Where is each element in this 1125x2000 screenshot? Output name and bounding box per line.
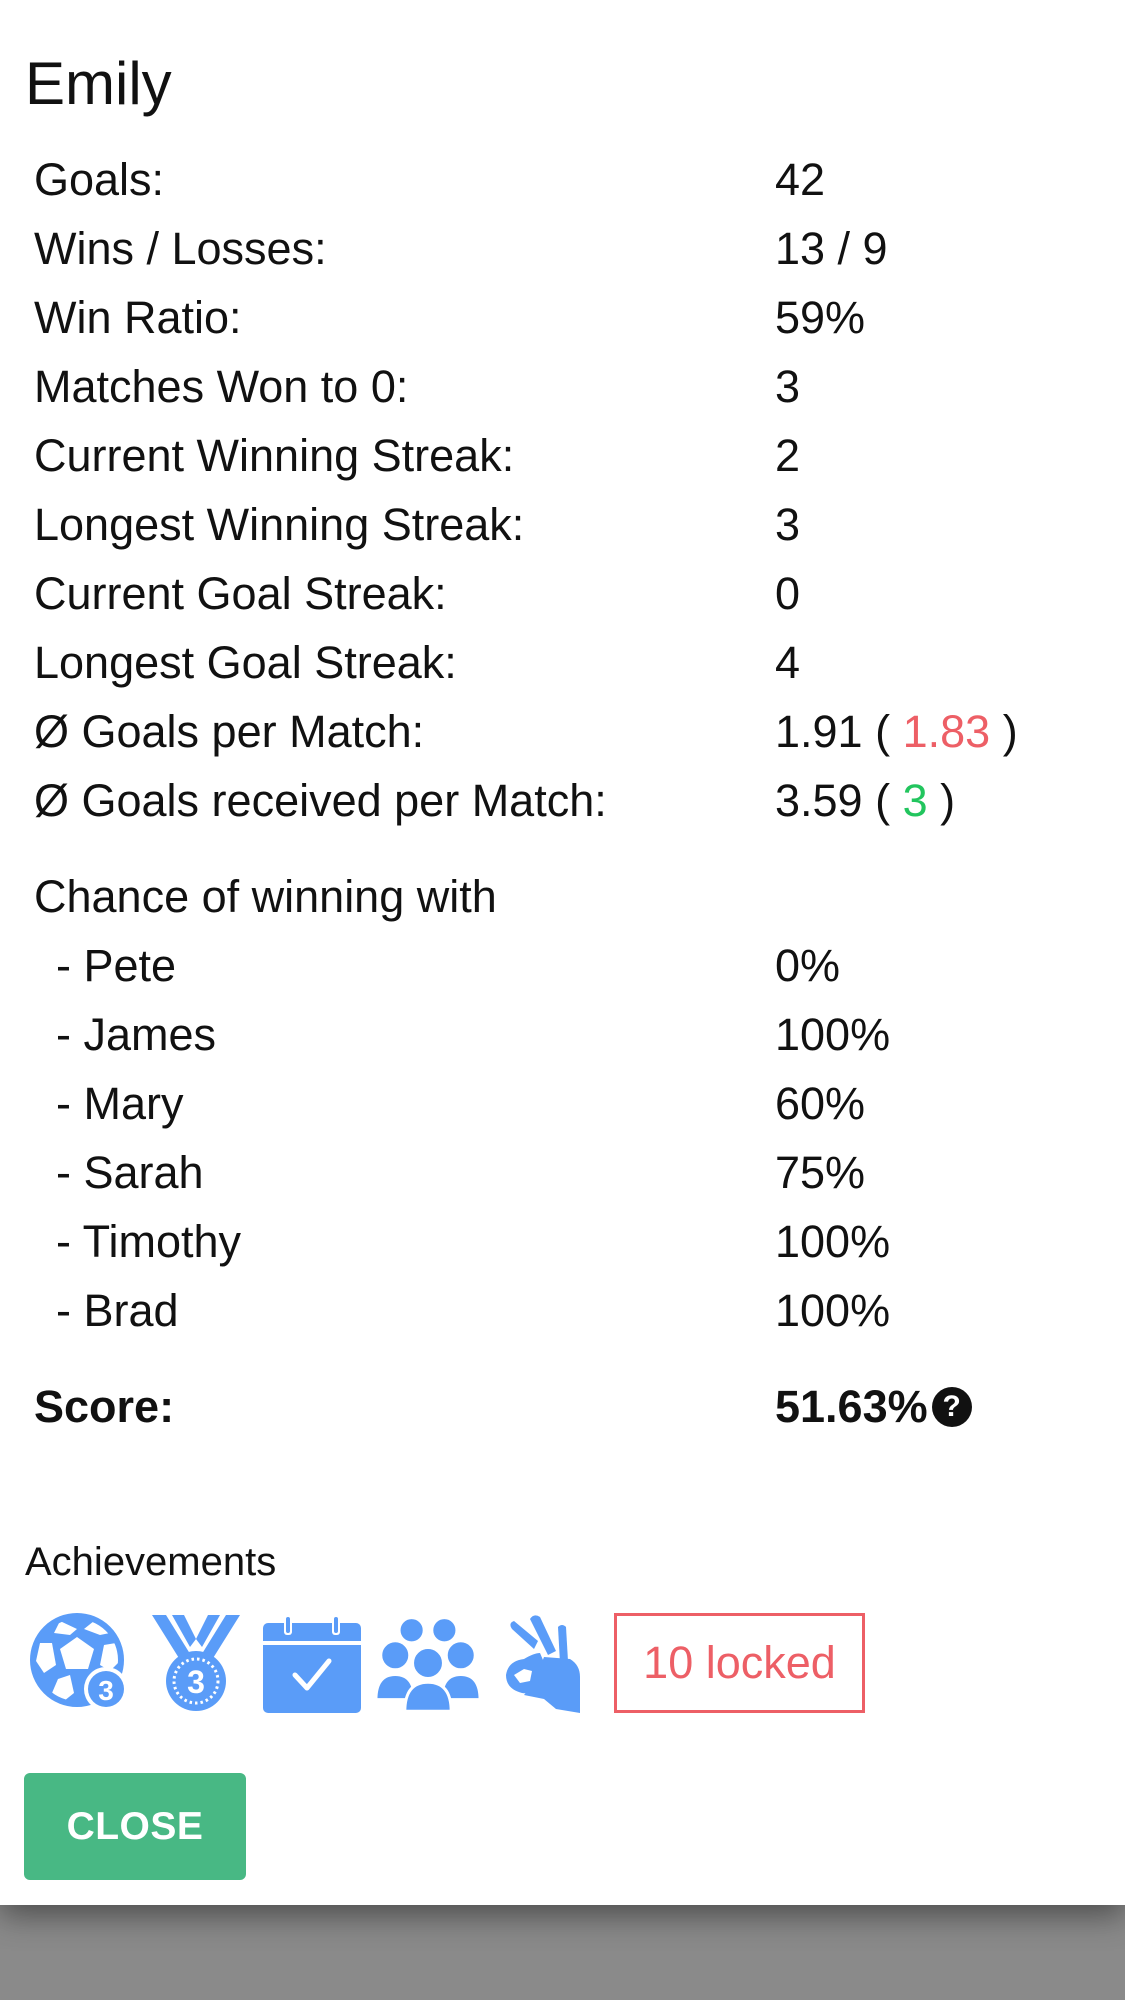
partner-label: - James [56, 1009, 217, 1060]
chance-of-winning-heading: Chance of winning with [34, 871, 497, 922]
avg-value: 3.59 [775, 775, 863, 826]
stat-value: 42 [775, 154, 826, 205]
stat-label: Longest Goal Streak: [34, 637, 457, 688]
chance-row-mary: - Mary 60% [34, 1069, 1094, 1138]
ok-hand-icon [506, 1615, 580, 1713]
achievement-soccer-ball[interactable]: 3 [28, 1611, 132, 1715]
stat-value: 13 / 9 [775, 223, 888, 274]
stat-row-longest-goal-streak: Longest Goal Streak: 4 [34, 628, 1094, 697]
chance-row-pete: - Pete 0% [34, 931, 1094, 1000]
score-value-wrap: 51.63% ? [775, 1372, 972, 1441]
stat-row-goals: Goals: 42 [34, 145, 1094, 214]
stat-value: 3 [775, 499, 801, 550]
achievement-ok-hand[interactable] [492, 1611, 596, 1715]
stat-row-win-ratio: Win Ratio: 59% [34, 283, 1094, 352]
paren-close: ) [940, 775, 956, 826]
chance-row-james: - James 100% [34, 1000, 1094, 1069]
chance-row-sarah: - Sarah 75% [34, 1138, 1094, 1207]
achievement-group[interactable] [376, 1611, 480, 1715]
player-stats-dialog: Emily Goals: 42 Wins / Losses: 13 / 9 Wi… [0, 0, 1125, 1905]
comparison-value: 3 [902, 775, 928, 826]
partner-chance: 100% [775, 1009, 891, 1060]
score-value: 51.63% [775, 1381, 928, 1432]
partner-label: - Mary [56, 1078, 184, 1129]
group-people-icon [376, 1616, 480, 1713]
stat-value: 2 [775, 430, 801, 481]
player-name-title: Emily [25, 50, 172, 117]
stat-value: 59% [775, 292, 866, 343]
achievement-badge-number: 3 [98, 1675, 114, 1706]
close-button[interactable]: CLOSE [24, 1773, 246, 1880]
calendar-check-icon [263, 1615, 361, 1713]
stat-row-current-goal-streak: Current Goal Streak: 0 [34, 559, 1094, 628]
partner-chance: 0% [775, 940, 841, 991]
stat-label: Goals: [34, 154, 165, 205]
partner-label: - Timothy [56, 1216, 242, 1267]
comparison-value: 1.83 [902, 706, 991, 757]
score-label: Score: [34, 1381, 175, 1432]
achievements-title: Achievements [25, 1540, 277, 1584]
partner-label: - Pete [56, 940, 177, 991]
stat-row-current-winning-streak: Current Winning Streak: 2 [34, 421, 1094, 490]
partner-chance: 60% [775, 1078, 866, 1129]
partner-chance: 100% [775, 1285, 891, 1336]
paren-open: ( [875, 775, 891, 826]
soccer-ball-3-icon: 3 [30, 1613, 128, 1711]
stat-label: Current Winning Streak: [34, 430, 515, 481]
partner-chance: 75% [775, 1147, 866, 1198]
stat-value: 3 [775, 361, 801, 412]
chance-row-brad: - Brad 100% [34, 1276, 1094, 1345]
stat-row-avg-goals-per-match: Ø Goals per Match: 1.91 ( 1.83 ) [34, 697, 1094, 766]
stat-value: 4 [775, 637, 801, 688]
stat-row-avg-goals-received-per-match: Ø Goals received per Match: 3.59 ( 3 ) [34, 766, 1094, 835]
question-circle-icon[interactable]: ? [931, 1386, 972, 1427]
achievements-list: 3 3 10 locked [28, 1610, 865, 1716]
avg-value: 1.91 [775, 706, 863, 757]
stat-label: Matches Won to 0: [34, 361, 409, 412]
stat-value: 1.91 ( 1.83 ) [775, 697, 1018, 766]
score-row: Score: 51.63% ? [34, 1372, 1094, 1441]
stat-label: Current Goal Streak: [34, 568, 447, 619]
stat-value: 3.59 ( 3 ) [775, 766, 955, 835]
stat-label: Wins / Losses: [34, 223, 327, 274]
partner-label: - Sarah [56, 1147, 204, 1198]
stat-row-matches-won-to-zero: Matches Won to 0: 3 [34, 352, 1094, 421]
paren-open: ( [875, 706, 891, 757]
stat-label: Longest Winning Streak: [34, 499, 525, 550]
partner-label: - Brad [56, 1285, 179, 1336]
partner-chance: 100% [775, 1216, 891, 1267]
stats-table: Goals: 42 Wins / Losses: 13 / 9 Win Rati… [34, 145, 1094, 1441]
stat-label: Win Ratio: [34, 292, 242, 343]
achievement-badge-number: 3 [187, 1664, 205, 1700]
paren-close: ) [1002, 706, 1018, 757]
bronze-medal-3-icon: 3 [152, 1615, 240, 1711]
achievement-medal[interactable]: 3 [144, 1611, 248, 1715]
stat-row-wins-losses: Wins / Losses: 13 / 9 [34, 214, 1094, 283]
achievement-calendar[interactable] [260, 1611, 364, 1715]
locked-achievements-badge[interactable]: 10 locked [614, 1613, 865, 1713]
chance-row-timothy: - Timothy 100% [34, 1207, 1094, 1276]
stat-row-longest-winning-streak: Longest Winning Streak: 3 [34, 490, 1094, 559]
stat-label: Ø Goals received per Match: [34, 775, 607, 826]
stat-value: 0 [775, 568, 801, 619]
stat-label: Ø Goals per Match: [34, 706, 425, 757]
